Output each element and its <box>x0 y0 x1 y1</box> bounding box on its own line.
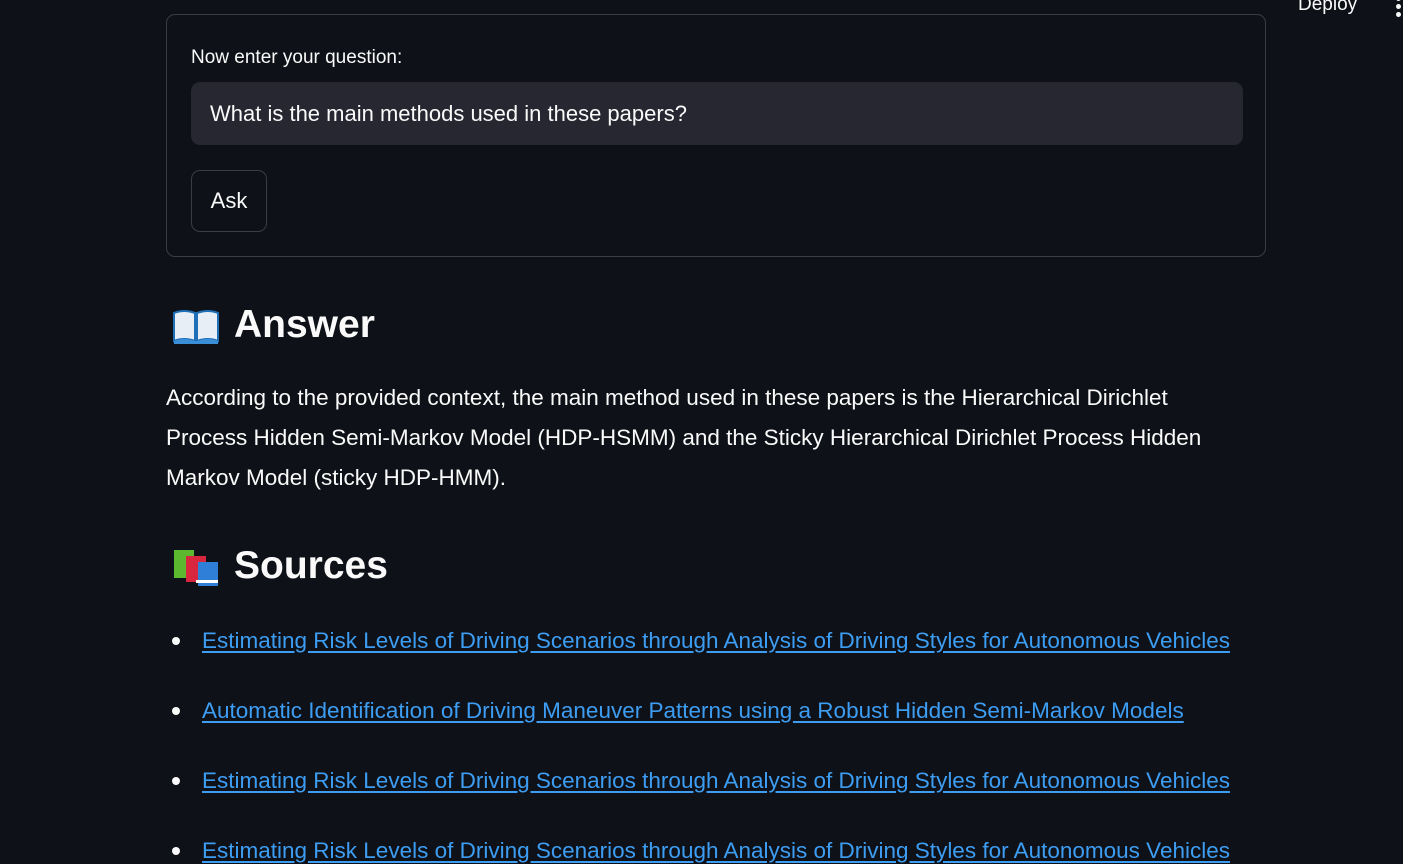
source-link[interactable]: Automatic Identification of Driving Mane… <box>202 698 1184 724</box>
books-icon <box>174 550 218 586</box>
vertical-ellipsis-icon[interactable] <box>1396 0 1403 20</box>
source-link[interactable]: Estimating Risk Levels of Driving Scenar… <box>202 628 1230 654</box>
question-label: Now enter your question: <box>191 47 403 68</box>
list-item: Estimating Risk Levels of Driving Scenar… <box>172 838 1230 864</box>
list-item: Estimating Risk Levels of Driving Scenar… <box>172 768 1230 794</box>
question-form: Now enter your question: Ask <box>166 14 1266 257</box>
answer-text: According to the provided context, the m… <box>166 385 1202 490</box>
list-item: Estimating Risk Levels of Driving Scenar… <box>172 628 1230 654</box>
bullet <box>172 777 180 785</box>
bullet <box>172 847 180 855</box>
source-link[interactable]: Estimating Risk Levels of Driving Scenar… <box>202 768 1230 794</box>
list-item: Automatic Identification of Driving Mane… <box>172 698 1184 724</box>
answer-heading-label: Answer <box>234 303 375 346</box>
ask-button[interactable]: Ask <box>191 170 267 232</box>
answer-heading: Answer <box>172 303 375 347</box>
sources-heading-label: Sources <box>234 544 388 587</box>
sources-heading: Sources <box>172 544 388 588</box>
bullet <box>172 637 180 645</box>
deploy-button[interactable]: Deploy <box>1298 0 1357 16</box>
open-book-icon <box>173 310 219 344</box>
bullet <box>172 707 180 715</box>
question-input[interactable] <box>191 82 1243 145</box>
source-link[interactable]: Estimating Risk Levels of Driving Scenar… <box>202 838 1230 864</box>
